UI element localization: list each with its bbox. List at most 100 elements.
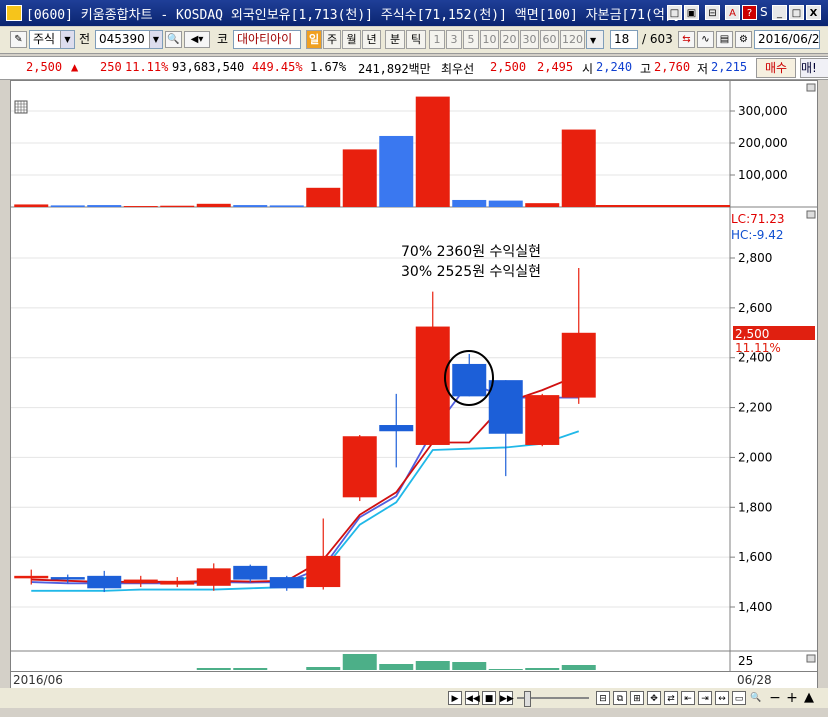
interval-button[interactable]: 60 [540,30,559,49]
close-button[interactable]: X [806,5,821,20]
arrows-icon[interactable]: ↔ [715,691,729,705]
price-tick-label: 1,400 [738,600,772,614]
candlestick-chart[interactable]: 2,8002,6002,4002,2002,0001,8001,6001,400… [11,81,817,671]
plus-icon[interactable]: + [785,691,799,705]
layout-icon[interactable]: □ [667,5,682,20]
candle-body [342,436,377,498]
grid-icon[interactable]: ⊟ [705,5,720,20]
candle-body [160,580,195,585]
pane-close-icon[interactable] [806,654,816,663]
market-value: 주식 [33,32,56,46]
volume-bar [233,205,268,207]
title-suffix: S [760,5,768,19]
period-weekly-button[interactable]: 주 [323,30,341,49]
candle-body [415,326,450,445]
date-input[interactable]: 2016/06/2 [754,30,820,49]
interval-button[interactable]: 120 [560,30,585,49]
interval-button[interactable]: 10 [480,30,499,49]
scroll-controls: ▶ ◀◀ ■ ▶▶ ⊟ ⧉ ⊞ ✥ ⇄ ⇤ ⇥ ↔ ▭ 🔍 − + ▲ [0,688,828,708]
interval-button[interactable]: 20 [500,30,519,49]
count-input[interactable]: 18 [610,30,638,49]
high-price: 2,760 [654,60,691,74]
forward-icon[interactable]: ▶▶ [499,691,514,705]
chart-area[interactable]: 2,800 2,600 2,400 2,200 2,000 1,800 1,600 1,400… [10,80,818,672]
minus-icon[interactable]: − [768,691,782,705]
toolbar: ✎ 주식 ▼ 전 045390 ▼ 🔍 ◀▾ 코 대아티아이 일 주 월 년 분… [0,27,828,54]
period-monthly-button[interactable]: 월 [342,30,361,49]
buy-button[interactable]: 매수 [756,58,796,78]
interval-dropdown[interactable]: ▼ [586,30,604,49]
chevron-down-icon[interactable]: ▼ [60,31,74,48]
ma-line-cyan [31,430,580,592]
arrow-left-right-icon[interactable]: ⇄ [664,691,678,705]
search-icon[interactable]: 🔍 [749,691,763,705]
interval-button[interactable]: 5 [463,30,479,49]
low-label: 저 [697,62,709,76]
lower-axis-tick: 25 [738,654,753,668]
app-icon [6,5,22,21]
copy-icon[interactable]: ⧉ [613,691,627,705]
chevron-down-icon[interactable]: ▼ [590,36,596,45]
all-label: 전 [79,32,91,46]
window-icon[interactable]: ▭ [732,691,746,705]
volume-bar [160,205,195,207]
title-bar: [0600] 키움종합차트 - KOSDAQ 외국인보유[1,713(천)] 주… [0,0,828,26]
up-arrow-icon: ▲ [71,60,79,74]
pane-close-icon[interactable] [806,83,816,92]
speaker-icon[interactable]: ◀▾ [184,31,210,48]
price-tick-label: 2,200 [738,401,772,415]
split-view-icon[interactable]: ⊟ [596,691,610,705]
candle-body [525,395,560,445]
period-tick-button[interactable]: 틱 [406,30,426,49]
annotation-line-2: 30% 2525원 수익실현 [401,264,541,280]
lower-volume-bar [561,665,596,670]
sell-button[interactable]: 매! [800,58,828,78]
candle-body [379,425,414,432]
name-label: 코 [217,32,229,46]
period-daily-button[interactable]: 일 [306,30,322,49]
interval-button[interactable]: 1 [429,30,445,49]
zoom-slider-handle[interactable] [524,691,531,707]
volume-tick-label: 100,000 [738,168,788,182]
turnover-rate: 1.67% [310,60,347,74]
play-icon[interactable]: ▶ [448,691,462,705]
arrows-icon[interactable]: ⇆ [678,31,695,48]
search-icon[interactable]: 🔍 [165,31,182,48]
chevron-down-icon[interactable]: ▼ [149,31,162,48]
chart-settings-icon[interactable]: ▤ [716,31,733,48]
maximize-button[interactable]: □ [789,5,804,20]
expand-icon[interactable]: ⇥ [698,691,712,705]
rewind-icon[interactable]: ◀◀ [465,691,480,705]
interval-button[interactable]: 30 [520,30,539,49]
arrow-up-icon[interactable]: ▲ [802,691,816,705]
minimize-button[interactable]: _ [772,5,787,20]
volume-bar [415,96,450,207]
price-change-pct: 11.11% [125,60,169,74]
volume-bar [87,205,122,207]
candle-body [561,332,596,398]
pan-icon[interactable]: ✥ [647,691,661,705]
market-select[interactable]: 주식 ▼ [29,30,75,49]
ask-price: 2,500 [490,60,527,74]
gear-icon[interactable]: ⚙ [735,31,752,48]
lower-volume-bar [415,661,450,670]
open-price: 2,240 [596,60,633,74]
layers-icon[interactable]: ⊞ [630,691,644,705]
window-icon[interactable]: ▣ [684,5,699,20]
price-tick-label: 1,800 [738,500,772,514]
stock-name-field: 대아티아이 [233,30,301,49]
period-yearly-button[interactable]: 년 [362,30,381,49]
code-input[interactable]: 045390 ▼ [95,30,163,49]
stop-icon[interactable]: ■ [482,691,496,705]
pane-close-icon[interactable] [806,210,816,219]
low-price: 2,215 [711,60,748,74]
font-icon[interactable]: A [725,5,740,20]
interval-button[interactable]: 3 [446,30,462,49]
line-tool-icon[interactable]: ∿ [697,31,714,48]
help-icon[interactable]: ? [742,5,757,20]
volume-tick-label: 200,000 [738,136,788,150]
candle-body [14,575,49,579]
period-minute-button[interactable]: 분 [385,30,405,49]
pin-icon[interactable]: ✎ [10,31,27,48]
compress-icon[interactable]: ⇤ [681,691,695,705]
